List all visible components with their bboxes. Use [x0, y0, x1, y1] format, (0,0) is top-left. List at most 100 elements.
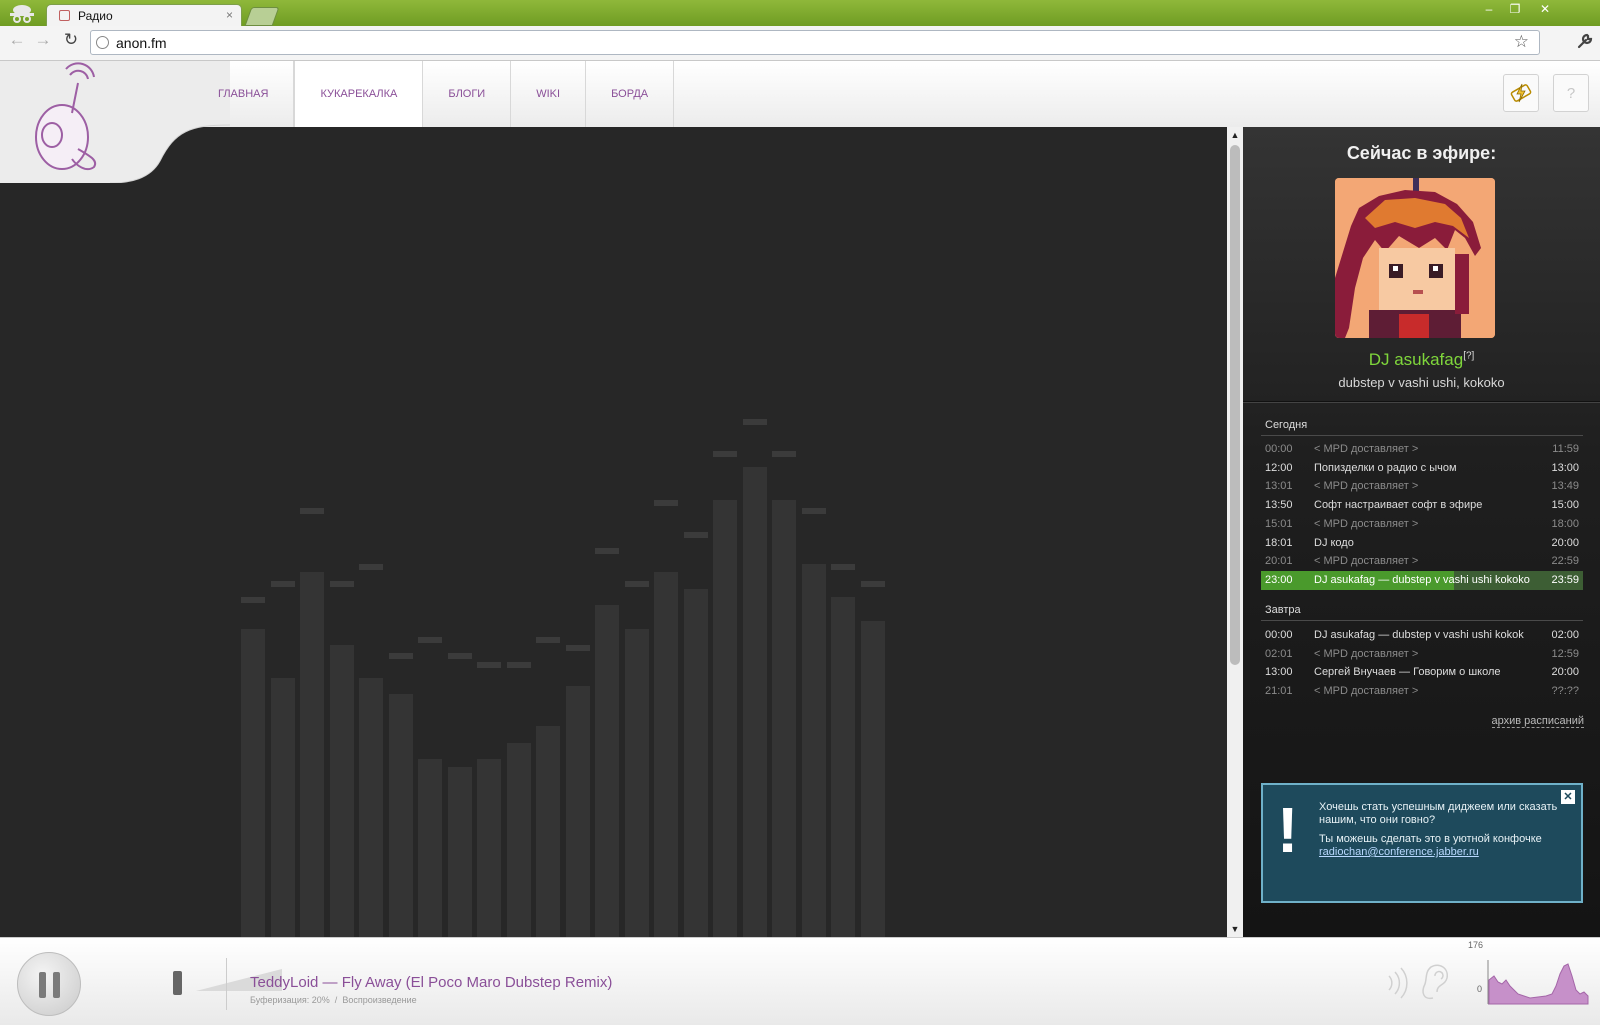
volume-knob[interactable] — [173, 971, 182, 995]
notice-text: Ты можешь сделать это в уютной конфочке — [1319, 833, 1542, 845]
schedule-row: 21:01 < MPD доставляет >??:?? — [1261, 682, 1583, 701]
nav-wiki[interactable]: WIKI — [511, 61, 587, 127]
schedule-start-time: 13:01 — [1265, 480, 1293, 493]
visualizer-peak-cap — [831, 564, 855, 570]
player-status: Буферизация: 20% / Воспроизведение — [250, 995, 417, 1005]
help-button[interactable]: ? — [1553, 74, 1589, 112]
schedule-start-time: 00:00 — [1265, 443, 1293, 455]
visualizer-bar — [477, 759, 501, 937]
schedule-row: 13:50 Софт настраивает софт в эфире 15:00 — [1261, 496, 1583, 515]
scroll-thumb[interactable] — [1230, 145, 1240, 665]
visualizer-peak-cap — [713, 451, 737, 457]
radio-favicon-icon — [59, 10, 70, 21]
browser-tab[interactable]: Радио × — [46, 4, 242, 26]
dj-help-link[interactable]: [?] — [1463, 350, 1474, 361]
pause-button[interactable] — [17, 952, 81, 1016]
schedule-start-time: 12:00 — [1265, 461, 1293, 474]
visualizer-bar — [595, 605, 619, 937]
visualizer-peak-cap — [742, 419, 767, 425]
scroll-down-arrow-icon[interactable]: ▼ — [1227, 921, 1243, 937]
visualizer-peak-cap — [565, 645, 590, 651]
visualizer-peak-cap — [801, 508, 826, 514]
schedule-row: 20:01 < MPD доставляет > 22:59 — [1261, 552, 1583, 571]
schedule-row: 15:01 < MPD доставляет > 18:00 — [1261, 515, 1583, 534]
bookmark-star-icon[interactable]: ☆ — [1514, 32, 1529, 52]
jabber-conference-link[interactable]: radiochan@conference.jabber.ru — [1319, 846, 1479, 858]
schedule-start-time: 18:01 — [1265, 536, 1293, 549]
visualizer-bar — [772, 500, 796, 937]
schedule-show-name: Сергей Внучаев — Говорим о школе — [1314, 666, 1501, 679]
listeners-graph — [1487, 960, 1589, 1005]
forward-button[interactable]: → — [32, 30, 54, 50]
visualizer-peak-cap — [772, 451, 796, 457]
visualizer-bar — [860, 621, 885, 937]
dj-name-text[interactable]: DJ asukafag — [1369, 350, 1464, 369]
wrench-icon[interactable] — [1576, 32, 1594, 50]
visualizer-peak-cap — [595, 548, 619, 554]
visualizer-bar — [565, 686, 590, 937]
schedule-end-time: 23:59 — [1551, 573, 1579, 586]
schedule-row: 00:00 < MPD доставляет > 11:59 — [1261, 440, 1583, 459]
graph-min-label: 0 — [1477, 984, 1483, 994]
schedule-row: 00:00 DJ asukafag — dubstep v vashi ushi … — [1261, 626, 1583, 645]
scroll-up-arrow-icon[interactable]: ▲ — [1227, 127, 1243, 143]
nav-main[interactable]: ГЛАВНАЯ — [188, 61, 295, 127]
visualizer-bar — [359, 678, 383, 937]
lightning-icon — [1510, 83, 1532, 103]
visualizer-peak-cap — [860, 581, 885, 587]
nav-kukarekalka[interactable]: КУКАРЕКАЛКА — [294, 61, 424, 127]
reload-button[interactable]: ↻ — [60, 30, 82, 50]
schedule-start-time: 13:50 — [1265, 499, 1293, 512]
schedule-start-time: 20:01 — [1265, 555, 1293, 568]
schedule-archive-link[interactable]: архив расписаний — [1491, 715, 1584, 728]
schedule-start-time: 02:01 — [1265, 647, 1293, 660]
schedule-end-time: ??:?? — [1551, 685, 1579, 698]
buffer-status: Буферизация: 20% — [250, 995, 330, 1005]
tab-close-icon[interactable]: × — [226, 8, 233, 22]
schedule-show-name: < MPD доставляет > — [1314, 555, 1419, 568]
schedule-start-time: 21:01 — [1265, 685, 1293, 698]
back-button[interactable]: ← — [6, 30, 28, 50]
visualizer-peak-cap — [536, 637, 560, 643]
schedule-row: 13:01 < MPD доставляет > 13:49 — [1261, 477, 1583, 496]
schedule-end-time: 18:00 — [1551, 517, 1579, 530]
notice-text: Хочешь стать успешным диджеем или сказат… — [1319, 801, 1558, 826]
pin-button[interactable] — [1503, 74, 1539, 112]
visualizer-bar — [241, 629, 265, 937]
nav-blogs[interactable]: БЛОГИ — [423, 61, 512, 127]
visualizer-peak-cap — [654, 500, 678, 506]
page-scrollbar[interactable]: ▲ ▼ — [1227, 127, 1243, 937]
schedule-show-name: < MPD доставляет > — [1314, 480, 1419, 493]
status-separator: / — [334, 995, 338, 1005]
schedule-start-time: 00:00 — [1265, 629, 1293, 641]
visualizer-peak-cap — [447, 653, 472, 659]
visualizer-bar — [831, 597, 855, 937]
address-bar[interactable]: anon.fm ☆ — [90, 30, 1540, 55]
schedule-row-current: 23:00 DJ asukafag — dubstep v vashi ushi … — [1261, 570, 1583, 590]
schedule-end-time: 13:00 — [1551, 461, 1579, 474]
new-tab-button[interactable] — [244, 7, 280, 26]
schedule-show-name: DJ asukafag — dubstep v vashi ushi kokok… — [1314, 573, 1530, 586]
pause-icon — [39, 972, 46, 998]
visualizer-bar — [418, 759, 442, 937]
schedule-show-name: < MPD доставляет > — [1314, 517, 1419, 530]
player-separator — [226, 958, 227, 1010]
visualizer-peak-cap — [477, 662, 501, 668]
visualizer-bar — [388, 694, 413, 937]
schedule-row: 18:01 DJ кодо 20:00 — [1261, 534, 1583, 553]
url-text[interactable]: anon.fm — [116, 35, 167, 51]
schedule-end-time: 12:59 — [1551, 647, 1579, 660]
close-window-button[interactable]: ✕ — [1532, 2, 1558, 16]
minimize-button[interactable]: – — [1476, 2, 1502, 16]
nav-board[interactable]: БОРДА — [586, 61, 675, 127]
dj-name[interactable]: DJ asukafag[?] — [1243, 350, 1600, 370]
dj-invite-notice: ! ✕ Хочешь стать успешным диджеем или ск… — [1261, 783, 1583, 903]
schedule-show-name: Попизделки о радио с ычом — [1314, 461, 1457, 474]
panel-divider — [1243, 401, 1600, 403]
site-nav: ГЛАВНАЯ КУКАРЕКАЛКА БЛОГИ WIKI БОРДА — [188, 61, 675, 127]
audio-visualizer — [0, 127, 1227, 937]
schedule-show-name: < MPD доставляет > — [1314, 647, 1419, 660]
incognito-icon — [10, 5, 34, 23]
restore-button[interactable]: ❐ — [1502, 2, 1528, 16]
schedule-row: 02:01 < MPD доставляет > 12:59 — [1261, 645, 1583, 664]
